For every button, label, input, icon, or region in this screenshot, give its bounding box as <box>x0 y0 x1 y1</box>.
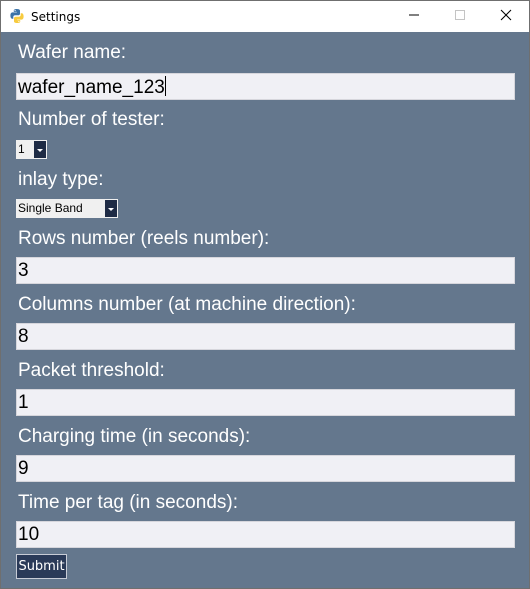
settings-window: Settings Wafer name: wafer_name_123 Numb… <box>0 0 530 589</box>
charging-time-input[interactable]: 9 <box>16 455 515 482</box>
number-of-tester-select[interactable]: 1 <box>16 140 47 159</box>
time-per-tag-value: 10 <box>18 524 40 545</box>
close-button[interactable] <box>483 1 529 32</box>
settings-form: Wafer name: wafer_name_123 Number of tes… <box>1 32 529 588</box>
wafer-name-label: Wafer name: <box>18 42 127 63</box>
packet-threshold-value: 1 <box>18 392 29 413</box>
wafer-name-input[interactable]: wafer_name_123 <box>16 73 515 100</box>
charging-time-value: 9 <box>18 458 29 479</box>
submit-button[interactable]: Submit <box>16 554 67 579</box>
columns-number-label: Columns number (at machine direction): <box>18 294 356 315</box>
packet-threshold-input[interactable]: 1 <box>16 389 515 416</box>
number-of-tester-label: Number of tester: <box>18 109 165 130</box>
rows-number-input[interactable]: 3 <box>16 257 515 284</box>
minimize-icon <box>408 8 420 26</box>
rows-number-value: 3 <box>18 260 29 281</box>
number-of-tester-value: 1 <box>18 142 25 156</box>
packet-threshold-label: Packet threshold: <box>18 360 165 381</box>
maximize-icon <box>454 8 466 26</box>
charging-time-label: Charging time (in seconds): <box>18 426 251 447</box>
columns-number-input[interactable]: 8 <box>16 323 515 350</box>
window-title: Settings <box>31 10 81 24</box>
time-per-tag-label: Time per tag (in seconds): <box>18 492 238 513</box>
inlay-type-select[interactable]: Single Band <box>16 199 118 218</box>
title-bar[interactable]: Settings <box>1 1 529 32</box>
inlay-type-label: inlay type: <box>18 169 104 190</box>
close-icon <box>500 8 512 26</box>
python-icon <box>9 8 25 24</box>
minimize-button[interactable] <box>391 1 437 32</box>
inlay-type-value: Single Band <box>18 201 83 215</box>
maximize-button[interactable] <box>437 1 483 32</box>
columns-number-value: 8 <box>18 326 29 347</box>
time-per-tag-input[interactable]: 10 <box>16 521 515 548</box>
wafer-name-value: wafer_name_123 <box>18 77 165 98</box>
rows-number-label: Rows number (reels number): <box>18 228 270 249</box>
dropdown-arrow-icon[interactable] <box>105 200 117 217</box>
text-caret <box>164 76 166 96</box>
dropdown-arrow-icon[interactable] <box>34 141 46 158</box>
